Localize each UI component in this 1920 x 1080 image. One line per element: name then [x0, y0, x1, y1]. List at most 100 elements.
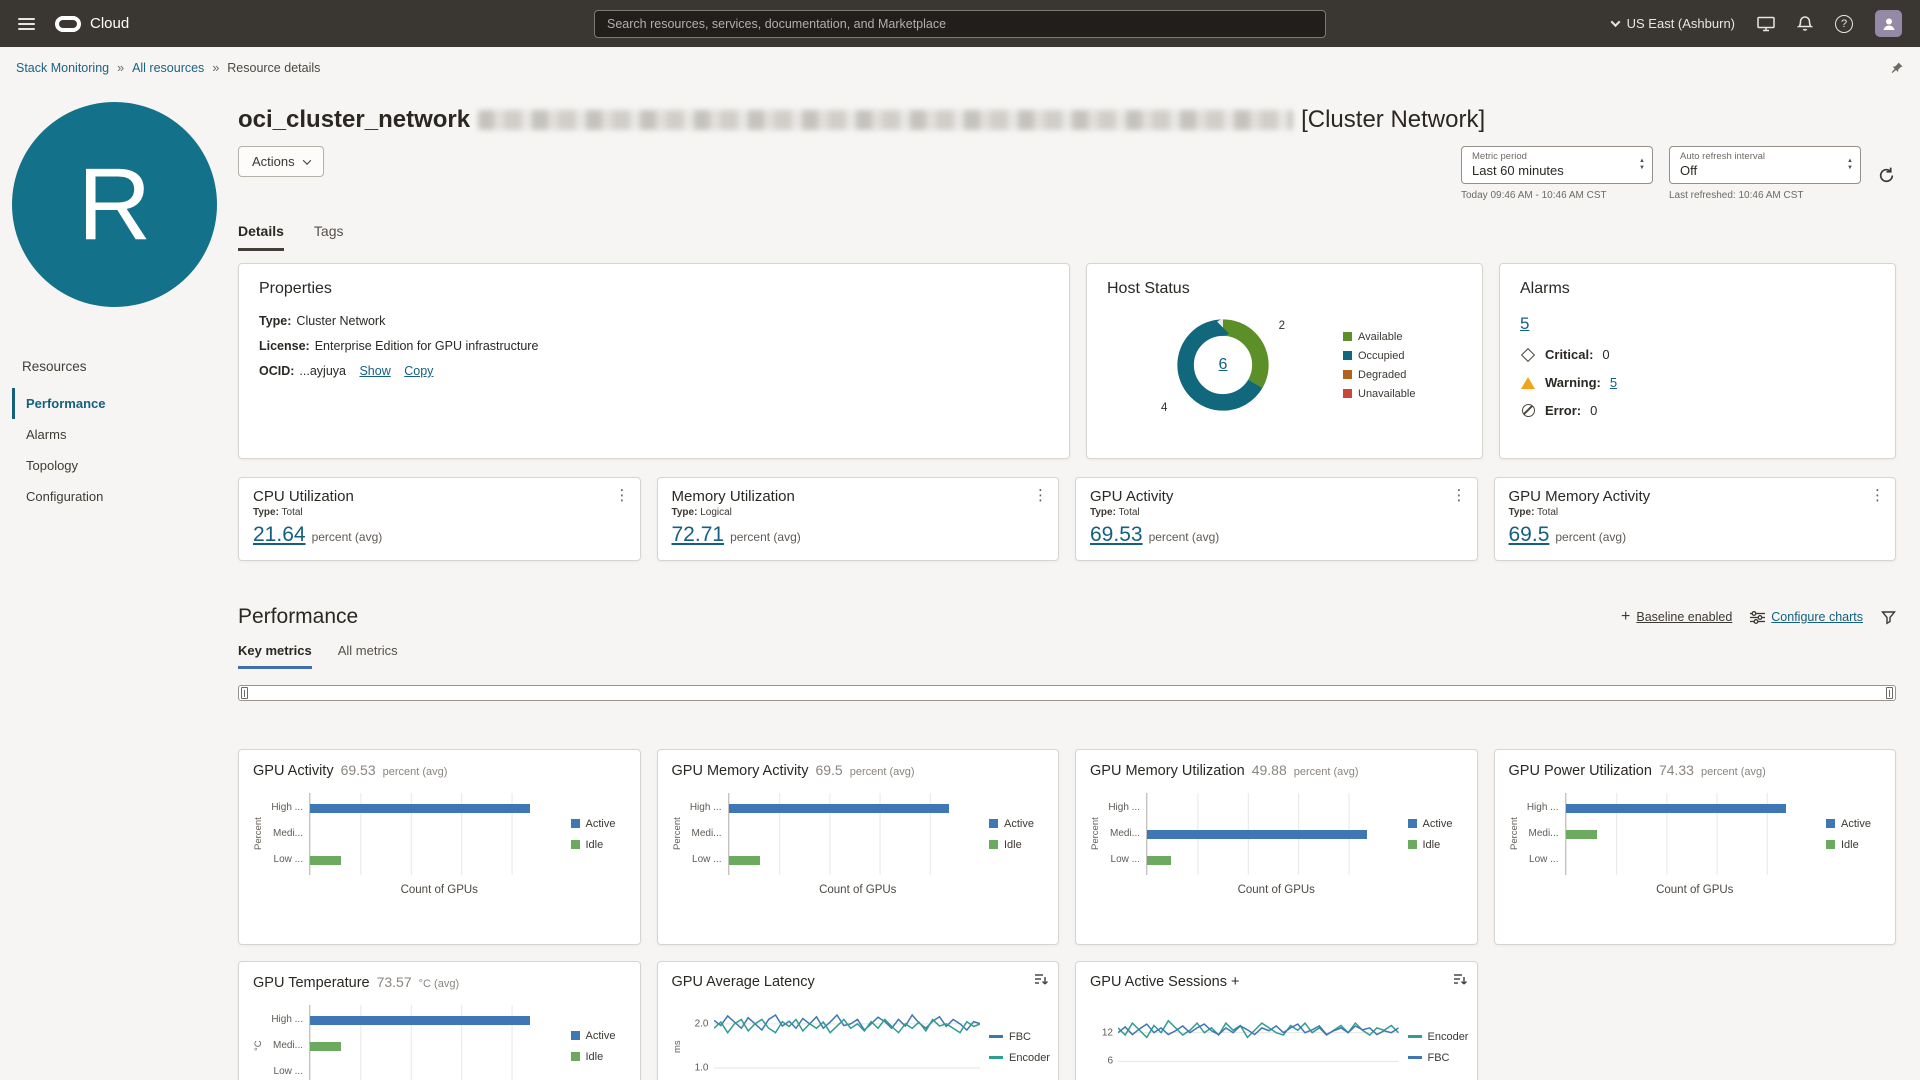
host-status-title: Host Status — [1107, 280, 1190, 297]
legend-item-idle: Idle — [570, 1050, 626, 1063]
chart-y-axis-label: Percent — [1508, 817, 1520, 851]
chart-card-gpu-active-sessions: GPU Active Sessions + 12 6 Encoder FBC — [1075, 961, 1478, 1080]
brand-label: Cloud — [90, 15, 130, 32]
breadcrumb: Stack Monitoring » All resources » Resourc… — [0, 47, 1920, 88]
metric-value-link[interactable]: 21.64 — [253, 523, 306, 546]
tab-tags[interactable]: Tags — [314, 223, 344, 251]
time-range-slider[interactable] — [238, 685, 1896, 701]
breadcrumb-link-stack-monitoring[interactable]: Stack Monitoring — [16, 61, 109, 75]
legend-item-active: Active — [570, 818, 626, 830]
chart-y-axis-label: Percent — [671, 817, 683, 851]
sidebar-item-configuration[interactable]: Configuration — [12, 481, 238, 512]
oracle-cloud-logo[interactable]: Cloud — [55, 15, 129, 32]
tab-all-metrics[interactable]: All metrics — [338, 643, 398, 669]
notifications-bell-icon[interactable] — [1797, 15, 1813, 32]
chart-value: 73.57 — [376, 974, 412, 990]
kebab-menu-icon[interactable]: ⋮ — [1870, 486, 1885, 504]
legend-swatch — [1343, 351, 1352, 360]
kebab-menu-icon[interactable]: ⋮ — [1033, 486, 1048, 504]
properties-title: Properties — [259, 280, 332, 297]
legend-item-unavailable: Unavailable — [1343, 388, 1415, 400]
alarm-row-error: Error: 0 — [1520, 403, 1875, 418]
tab-key-metrics[interactable]: Key metrics — [238, 643, 312, 669]
copy-ocid-link[interactable]: Copy — [404, 364, 433, 378]
legend-swatch — [1407, 840, 1417, 849]
property-value: ...ayjuya — [299, 364, 346, 378]
metric-value-link[interactable]: 72.71 — [672, 523, 725, 546]
bar-idle — [1565, 829, 1597, 839]
metric-unit: percent (avg) — [730, 530, 801, 544]
sidebar-item-performance[interactable]: Performance — [12, 388, 238, 419]
sort-icon[interactable] — [1453, 972, 1467, 991]
chart-x-axis-label: Count of GPUs — [1237, 884, 1315, 896]
legend-item-fbc: FBC — [989, 1031, 1044, 1043]
legend-label: Degraded — [1358, 368, 1407, 381]
legend-label: Idle — [1422, 838, 1441, 851]
chart-category-label: Medi... — [1528, 828, 1559, 839]
resources-nav: Performance Alarms Topology Configuration — [12, 388, 238, 512]
configure-charts-link[interactable]: Configure charts — [1750, 610, 1863, 624]
stepper-icon[interactable] — [1847, 158, 1853, 172]
auto-refresh-select[interactable]: Auto refresh interval Off — [1669, 146, 1861, 184]
alarm-row-warning: Warning: 5 — [1520, 375, 1875, 390]
slider-handle-right[interactable] — [1886, 687, 1893, 699]
metric-period-range: Today 09:46 AM - 10:46 AM CST — [1461, 190, 1607, 201]
refresh-button[interactable] — [1877, 152, 1896, 201]
properties-card: Properties Type: Cluster Network License:… — [238, 263, 1070, 459]
left-column: R Resources Performance Alarms Topology Con… — [0, 88, 238, 1080]
resource-avatar: R — [12, 102, 217, 307]
legend-item-degraded: Degraded — [1343, 369, 1415, 381]
alarms-title: Alarms — [1520, 280, 1570, 297]
sidebar-item-topology[interactable]: Topology — [12, 450, 238, 481]
host-total-link[interactable]: 6 — [1219, 356, 1228, 374]
chart-x-axis-label: Count of GPUs — [819, 884, 897, 896]
page-title: oci_cluster_network — [238, 106, 471, 133]
metric-card-type: Type: Total — [1508, 507, 1559, 518]
sidebar-item-alarms[interactable]: Alarms — [12, 419, 238, 450]
slider-handle-left[interactable] — [241, 687, 248, 699]
alarm-count[interactable]: 5 — [1610, 375, 1617, 390]
metric-period-select[interactable]: Metric period Last 60 minutes — [1461, 146, 1653, 184]
show-ocid-link[interactable]: Show — [359, 364, 390, 378]
line-series-fbc — [714, 1015, 981, 1030]
chart-y-tick: 12 — [1101, 1027, 1113, 1039]
sort-icon[interactable] — [1034, 972, 1049, 991]
property-label: OCID: — [259, 364, 295, 378]
performance-title: Performance — [238, 605, 359, 628]
chart-category-label: Low ... — [1110, 854, 1140, 865]
user-avatar[interactable] — [1875, 10, 1902, 37]
menu-icon[interactable] — [18, 17, 35, 30]
metric-card-title: CPU Utilization — [253, 488, 354, 505]
legend-item-encoder: Encoder — [989, 1052, 1050, 1064]
chart-category-label: Low ... — [273, 854, 303, 865]
chart-card-gpu-power-utilization: GPU Power Utilization 74.33 percent (avg) P… — [1493, 749, 1896, 945]
legend-item-idle: Idle — [989, 839, 1044, 851]
kebab-menu-icon[interactable]: ⋮ — [1452, 486, 1467, 504]
filter-icon[interactable] — [1881, 610, 1896, 625]
breadcrumb-link-all-resources[interactable]: All resources — [132, 61, 204, 75]
alarms-total-link[interactable]: 5 — [1520, 314, 1529, 334]
host-status-legend: Available Occupied Degraded Unavailable — [1343, 331, 1415, 400]
sliders-icon — [1750, 610, 1766, 624]
property-ocid: OCID: ...ayjuya Show Copy — [259, 364, 1049, 378]
metric-value-link[interactable]: 69.5 — [1509, 523, 1550, 546]
region-selector[interactable]: US East (Ashburn) — [1610, 16, 1735, 31]
metric-card-type: Type: Total — [253, 507, 303, 518]
legend-label: Idle — [585, 1050, 604, 1063]
help-icon[interactable] — [1835, 14, 1853, 33]
global-search-input[interactable] — [594, 9, 1326, 38]
chart-plot — [309, 1005, 562, 1080]
metric-value-link[interactable]: 69.53 — [1090, 523, 1143, 546]
kebab-menu-icon[interactable]: ⋮ — [615, 486, 630, 504]
actions-button[interactable]: Actions — [238, 146, 324, 177]
warning-icon — [1521, 376, 1535, 389]
metric-unit: percent (avg) — [311, 530, 383, 544]
legend-label: Active — [1004, 817, 1034, 830]
stepper-icon[interactable] — [1639, 158, 1645, 172]
pin-icon[interactable] — [1890, 61, 1904, 75]
chart-plot — [1146, 793, 1399, 875]
baseline-enabled-link[interactable]: + Baseline enabled — [1621, 609, 1732, 625]
chart-plot — [1118, 1004, 1399, 1080]
cloud-shell-icon[interactable] — [1757, 16, 1775, 32]
tab-details[interactable]: Details — [238, 223, 284, 251]
